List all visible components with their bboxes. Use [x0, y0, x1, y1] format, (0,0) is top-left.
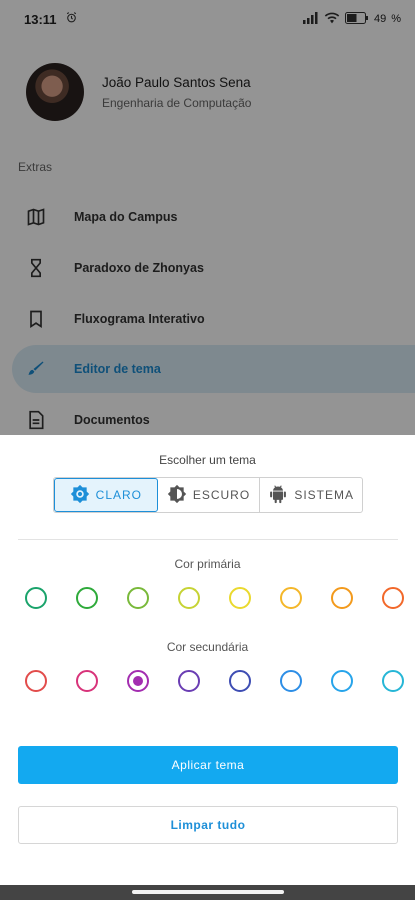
- android-icon: [268, 484, 288, 507]
- secondary-color-swatch[interactable]: [280, 670, 302, 692]
- primary-color-label: Cor primária: [174, 557, 241, 571]
- contrast-icon: [167, 484, 187, 507]
- theme-light-label: CLARO: [95, 488, 142, 502]
- secondary-color-swatch[interactable]: [178, 670, 200, 692]
- selected-indicator: [133, 676, 143, 686]
- primary-color-swatch[interactable]: [25, 587, 47, 609]
- divider: [18, 539, 398, 540]
- theme-dark-button[interactable]: ESCURO: [158, 478, 261, 512]
- primary-color-swatch[interactable]: [229, 587, 251, 609]
- secondary-color-swatch[interactable]: [127, 670, 149, 692]
- primary-color-swatch[interactable]: [127, 587, 149, 609]
- secondary-color-swatch[interactable]: [382, 670, 404, 692]
- brightness-icon: [70, 484, 90, 507]
- home-gesture-handle[interactable]: [132, 890, 284, 894]
- secondary-color-swatch[interactable]: [25, 670, 47, 692]
- primary-color-swatch[interactable]: [382, 587, 404, 609]
- system-nav-bar: [0, 885, 415, 900]
- theme-dark-label: ESCURO: [192, 488, 251, 502]
- theme-bottom-sheet: Escolher um tema CLARO ESCURO SISTEMA Co…: [0, 435, 415, 885]
- theme-mode-toggle: CLARO ESCURO SISTEMA: [53, 477, 363, 513]
- primary-color-swatch[interactable]: [178, 587, 200, 609]
- theme-light-button[interactable]: CLARO: [54, 478, 158, 512]
- primary-color-swatch[interactable]: [76, 587, 98, 609]
- secondary-color-swatch[interactable]: [229, 670, 251, 692]
- secondary-color-row: [0, 666, 415, 696]
- primary-color-row: [0, 583, 415, 613]
- primary-color-swatch[interactable]: [280, 587, 302, 609]
- theme-system-button[interactable]: SISTEMA: [260, 478, 362, 512]
- theme-system-label: SISTEMA: [294, 488, 355, 502]
- sheet-title: Escolher um tema: [159, 453, 256, 467]
- clear-all-button[interactable]: Limpar tudo: [18, 806, 398, 844]
- secondary-color-label: Cor secundária: [166, 640, 249, 654]
- secondary-color-swatch[interactable]: [331, 670, 353, 692]
- secondary-color-swatch[interactable]: [76, 670, 98, 692]
- apply-theme-button[interactable]: Aplicar tema: [18, 746, 398, 784]
- primary-color-swatch[interactable]: [331, 587, 353, 609]
